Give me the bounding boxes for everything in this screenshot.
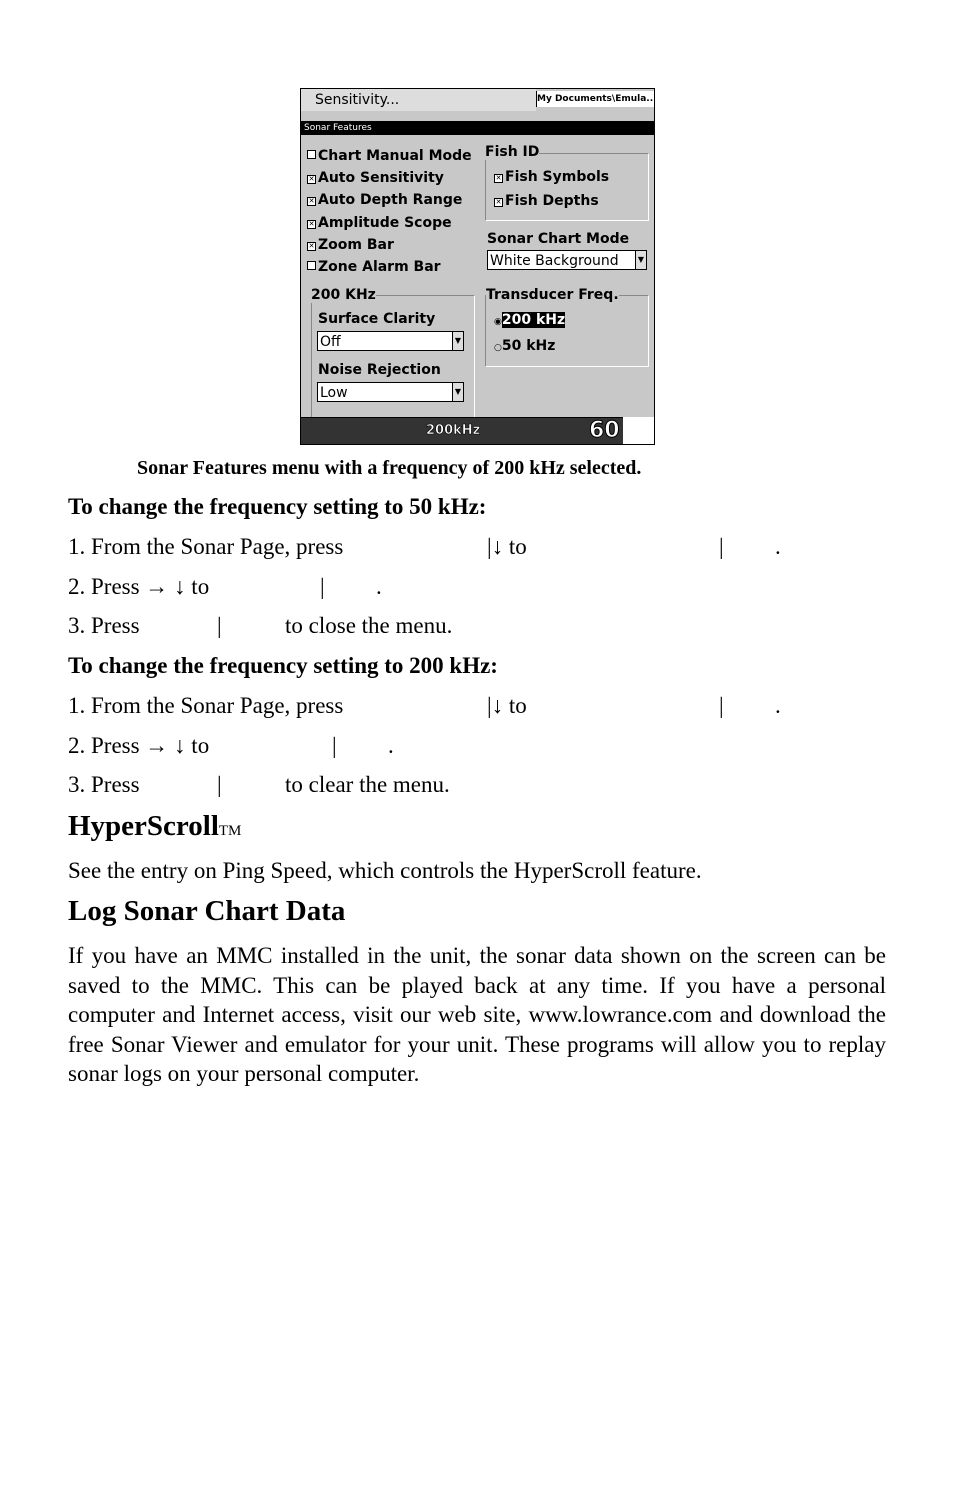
noise-rejection-label: Noise Rejection (318, 362, 441, 378)
transducer-group (485, 295, 649, 367)
log-sonar-heading: Log Sonar Chart Data (68, 895, 346, 927)
step-text: | (320, 574, 325, 599)
checkbox-chart-manual-mode[interactable]: Chart Manual Mode (307, 148, 472, 164)
checkbox-auto-sensitivity[interactable]: ✕ Auto Sensitivity (307, 170, 444, 186)
sonar-chart-mode-label: Sonar Chart Mode (487, 231, 630, 247)
path-bar: My Documents\Emula... ▶ (536, 91, 655, 107)
step-text: . (775, 693, 781, 718)
radio-selected-icon: ◉ (494, 317, 502, 327)
checkbox-fish-depths[interactable]: ✕ Fish Depths (494, 193, 599, 209)
surface-clarity-label: Surface Clarity (318, 311, 436, 327)
figure-caption: Sonar Features menu with a frequency of … (137, 457, 642, 479)
dialog-title: Sonar Features (301, 121, 654, 135)
radio-200khz[interactable]: ◉200 kHz (494, 312, 566, 328)
200khz-label: 200 KHz (311, 287, 376, 303)
hyperscroll-text: See the entry on Ping Speed, which contr… (68, 858, 702, 883)
status-frequency: 200kHz (426, 423, 481, 439)
step-text: 3. Press (68, 613, 140, 638)
step-text: | (217, 772, 222, 797)
fish-id-label: Fish ID (485, 144, 540, 160)
checkbox-checked-icon: ✕ (307, 220, 316, 229)
checkbox-checked-icon: ✕ (494, 174, 503, 183)
fish-id-group (485, 153, 649, 221)
section-heading-200khz: To change the frequency setting to 200 k… (68, 653, 498, 678)
checkbox-icon (307, 261, 316, 270)
radio-50khz[interactable]: ○50 kHz (494, 338, 555, 354)
status-depth: 60 (589, 418, 621, 444)
checkbox-amplitude-scope[interactable]: ✕ Amplitude Scope (307, 215, 452, 231)
step-text: to clear the menu. (285, 772, 450, 797)
checkbox-checked-icon: ✕ (307, 197, 316, 206)
manual-page: Sensitivity... My Documents\Emula... ▶ S… (0, 0, 954, 1487)
checkbox-checked-icon: ✕ (494, 198, 503, 207)
transducer-freq-label: Transducer Freq. (486, 287, 619, 303)
surface-clarity-dropdown[interactable]: Off ▼ (317, 331, 464, 351)
chevron-down-icon: ▼ (452, 383, 463, 401)
hyperscroll-heading: HyperScrollTM (68, 810, 242, 842)
step-text: . (775, 534, 781, 559)
checkbox-zoom-bar[interactable]: ✕ Zoom Bar (307, 237, 394, 253)
checkbox-fish-symbols[interactable]: ✕ Fish Symbols (494, 169, 609, 185)
step-text: | (719, 534, 724, 559)
step-text: |↓ to (487, 534, 527, 559)
step-text: 2. Press → ↓ to (68, 733, 210, 758)
step-text: . (376, 574, 382, 599)
step-text: | (332, 733, 337, 758)
step-text: to close the menu. (285, 613, 453, 638)
step-text: | (217, 613, 222, 638)
step-text: . (388, 733, 394, 758)
checkbox-checked-icon: ✕ (307, 175, 316, 184)
noise-rejection-dropdown[interactable]: Low ▼ (317, 382, 464, 402)
chevron-down-icon: ▼ (635, 251, 646, 269)
step-text: 2. Press → ↓ to (68, 574, 210, 599)
log-sonar-text: If you have an MMC installed in the unit… (68, 943, 886, 1087)
path-text: My Documents\Emula... (537, 94, 655, 104)
checkbox-checked-icon: ✕ (307, 242, 316, 251)
step-text: 3. Press (68, 772, 140, 797)
step-text: 1. From the Sonar Page, press (68, 693, 344, 718)
checkbox-auto-depth-range[interactable]: ✕ Auto Depth Range (307, 192, 462, 208)
radio-icon: ○ (494, 343, 502, 353)
section-heading-50khz: To change the frequency setting to 50 kH… (68, 494, 487, 519)
sonar-features-screenshot: Sensitivity... My Documents\Emula... ▶ S… (300, 88, 655, 445)
step-text: | (719, 693, 724, 718)
step-text: |↓ to (487, 693, 527, 718)
sonar-chart-mode-dropdown[interactable]: White Background ▼ (487, 250, 647, 270)
checkbox-icon (307, 150, 316, 159)
menu-item-sensitivity: Sensitivity... (315, 92, 400, 108)
step-text: 1. From the Sonar Page, press (68, 534, 344, 559)
chevron-down-icon: ▼ (452, 332, 463, 350)
checkbox-zone-alarm-bar[interactable]: Zone Alarm Bar (307, 259, 441, 275)
